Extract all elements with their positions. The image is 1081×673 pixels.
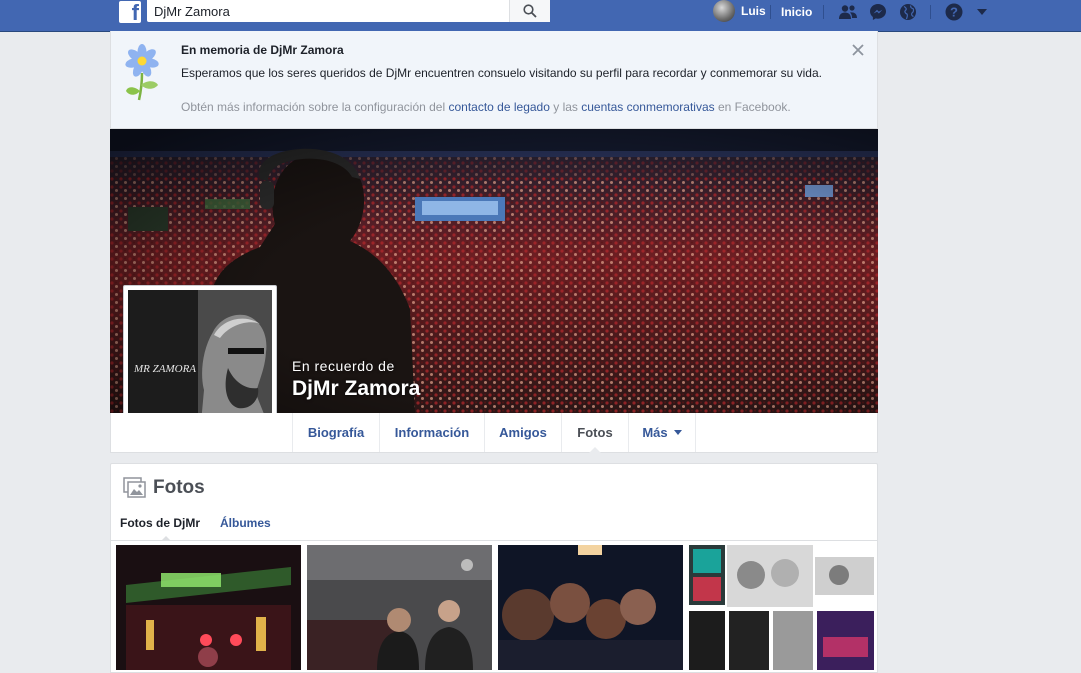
tab-fotos[interactable]: Fotos	[561, 413, 628, 453]
memorial-caption-label: En recuerdo de	[292, 358, 395, 374]
messenger-icon[interactable]	[868, 2, 888, 22]
tab-label: Información	[394, 425, 470, 440]
tab-mas[interactable]: Más	[628, 413, 696, 452]
search-button[interactable]	[509, 0, 550, 22]
close-icon[interactable]	[851, 43, 865, 57]
memorial-text: Esperamos que los seres queridos de DjMr…	[181, 66, 822, 80]
caret-down-icon[interactable]	[972, 2, 992, 22]
tab-biografia[interactable]: Biografía	[292, 413, 379, 452]
photo-thumbnail[interactable]	[116, 545, 301, 670]
photo-image	[689, 545, 874, 670]
search-icon	[523, 4, 537, 18]
top-navigation-bar: f Luis Inicio ?	[0, 0, 1081, 32]
photos-section: Fotos Fotos de DjMr Álbumes	[110, 463, 878, 673]
nav-user-profile[interactable]: Luis	[713, 0, 766, 22]
help-icon[interactable]: ?	[944, 2, 964, 22]
photos-title: Fotos	[153, 477, 205, 498]
memorial-more-suffix: en Facebook.	[714, 100, 791, 114]
globe-icon[interactable]	[898, 2, 918, 22]
profile-name-caption: En recuerdo de DjMr Zamora	[292, 358, 420, 401]
memorial-title: En memoria de DjMr Zamora	[181, 43, 344, 57]
subtab-albumes[interactable]: Álbumes	[220, 516, 271, 530]
photo-image	[498, 545, 683, 670]
user-name-link: Luis	[741, 4, 766, 18]
nav-divider	[823, 5, 824, 19]
svg-text:?: ?	[950, 5, 958, 20]
avatar	[713, 0, 735, 22]
profile-pic-text: MR ZAMORA	[133, 363, 196, 375]
tab-label: Amigos	[499, 425, 547, 440]
memorial-banner: En memoria de DjMr Zamora Esperamos que …	[110, 31, 878, 129]
photo-thumbnail[interactable]	[307, 545, 492, 670]
home-link[interactable]: Inicio	[781, 5, 812, 19]
memorial-flower-icon	[125, 44, 159, 101]
search-input[interactable]	[147, 0, 521, 22]
nav-divider	[770, 5, 771, 19]
tab-label: Más	[642, 425, 668, 440]
photos-icon	[123, 477, 146, 498]
legacy-contact-link[interactable]: contacto de legado	[448, 100, 549, 114]
memorial-more-info: Obtén más información sobre la configura…	[181, 100, 791, 114]
friends-icon[interactable]	[838, 2, 858, 22]
photo-image	[307, 545, 492, 670]
photos-header: Fotos	[123, 477, 205, 499]
subtab-fotos-de[interactable]: Fotos de DjMr	[120, 516, 200, 530]
photo-thumbnail[interactable]	[498, 545, 683, 670]
search-bar	[147, 0, 550, 22]
photo-thumbnail[interactable]	[689, 545, 874, 670]
nav-divider	[930, 5, 931, 19]
active-tab-pointer	[589, 447, 601, 453]
caret-down-icon	[673, 430, 682, 435]
photo-image	[116, 545, 301, 670]
memorial-more-prefix: Obtén más información sobre la configura…	[181, 100, 449, 114]
tab-label: Fotos	[577, 425, 613, 440]
tab-amigos[interactable]: Amigos	[484, 413, 561, 452]
memorial-accounts-link[interactable]: cuentas conmemorativas	[581, 100, 714, 114]
tab-label: Biografía	[307, 425, 365, 440]
profile-tabs: Biografía Información Amigos Fotos Más	[110, 413, 878, 453]
tab-informacion[interactable]: Información	[379, 413, 484, 452]
memorial-more-middle: y las	[549, 100, 582, 114]
divider	[111, 540, 877, 541]
facebook-logo-icon[interactable]: f	[119, 0, 141, 25]
profile-name[interactable]: DjMr Zamora	[292, 377, 420, 401]
logo-letter: f	[131, 0, 139, 25]
